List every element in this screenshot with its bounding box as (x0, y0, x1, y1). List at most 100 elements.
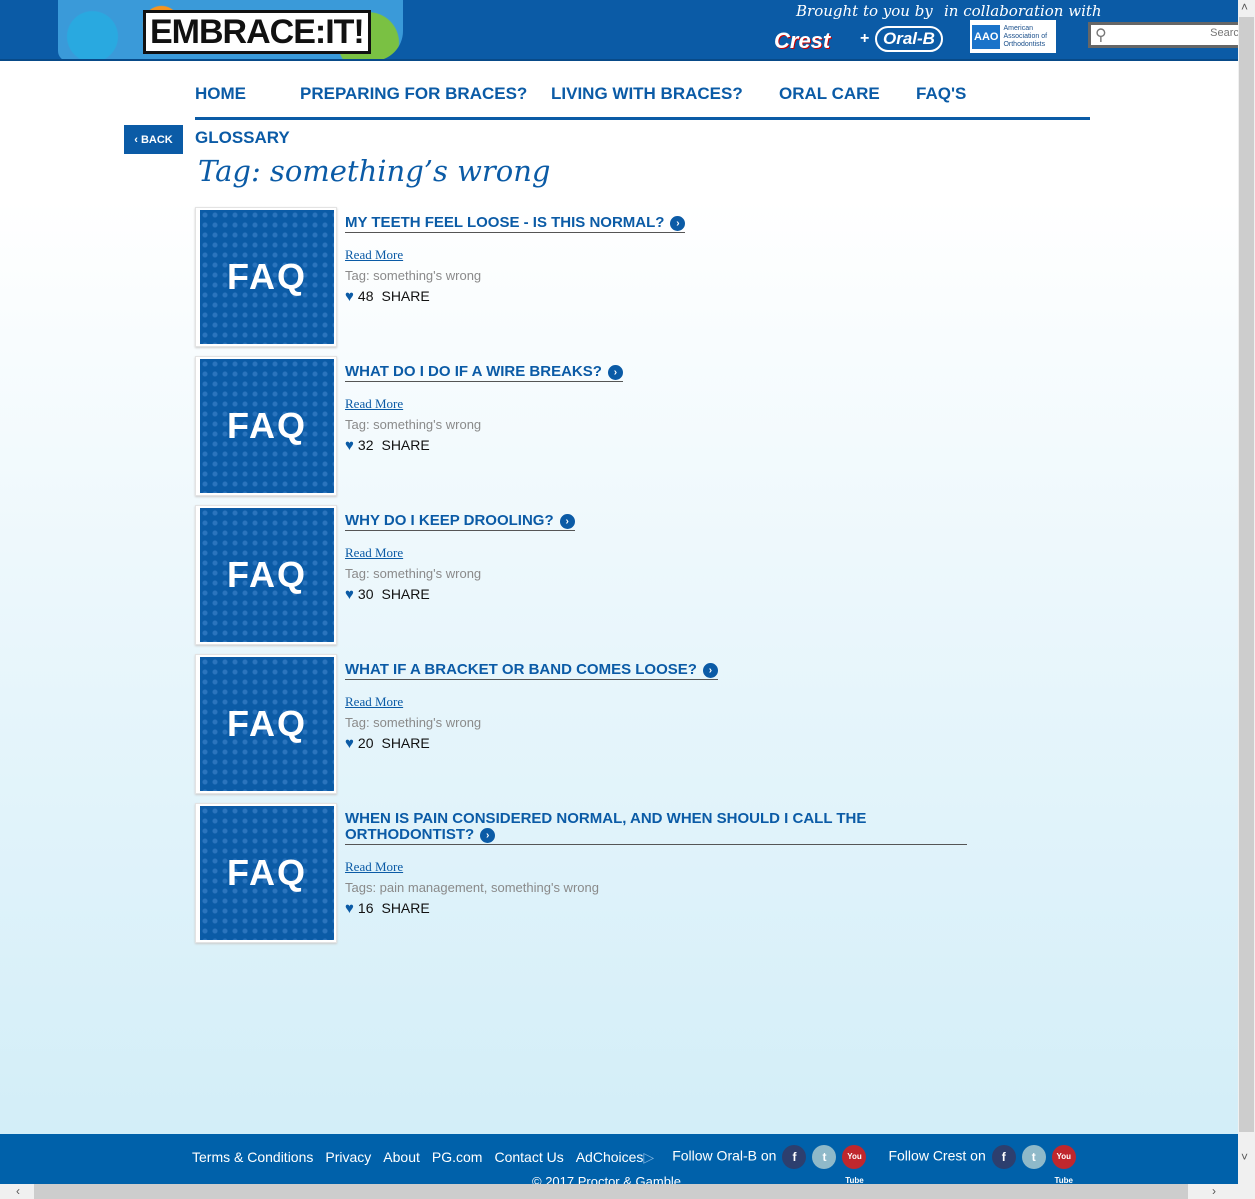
faq-image: FAQ (200, 359, 334, 493)
like-count: 20 (357, 735, 374, 751)
nav-oral-care[interactable]: ORAL CARE (779, 84, 880, 104)
copyright: © 2017 Proctor & Gamble (532, 1174, 682, 1184)
oralb-logo[interactable]: Oral-B (875, 26, 943, 52)
adchoices-link[interactable]: AdChoices▷ (576, 1149, 654, 1166)
heart-icon[interactable]: ♥ (345, 900, 354, 917)
nav-faqs[interactable]: FAQ'S (916, 84, 966, 104)
heart-icon[interactable]: ♥ (345, 735, 354, 752)
aao-mark: AAO (972, 24, 1001, 49)
plus-sign: + (860, 30, 870, 47)
faq-title: WHEN IS PAIN CONSIDERED NORMAL, AND WHEN… (345, 810, 867, 843)
search-box[interactable]: ⚲ (1088, 22, 1238, 48)
share-button[interactable]: SHARE (381, 900, 429, 916)
glossary-link[interactable]: GLOSSARY (195, 128, 290, 148)
faq-thumbnail[interactable]: FAQ (195, 356, 337, 496)
share-button[interactable]: SHARE (381, 735, 429, 751)
twitter-icon[interactable]: t (812, 1145, 837, 1169)
faq-image: FAQ (200, 508, 334, 642)
twitter-icon[interactable]: t (1021, 1145, 1046, 1169)
adchoices-icon: ▷ (643, 1148, 655, 1165)
faq-image: FAQ (200, 210, 334, 344)
in-collaboration-with: in collaboration with (944, 2, 1102, 20)
arrow-right-circle-icon[interactable]: › (670, 216, 686, 231)
crest-logo[interactable]: Crest (774, 28, 830, 54)
arrow-right-circle-icon[interactable]: › (480, 828, 496, 843)
likes-share: ♥ 30 SHARE (345, 586, 430, 603)
faq-list-item: FAQ WHY DO I KEEP DROOLING? › Read More T… (195, 505, 995, 647)
faq-title: WHAT DO I DO IF A WIRE BREAKS? (345, 363, 602, 380)
faq-title-link[interactable]: MY TEETH FEEL LOOSE - IS THIS NORMAL? › (345, 214, 686, 233)
faq-list-item: FAQ MY TEETH FEEL LOOSE - IS THIS NORMAL… (195, 207, 995, 349)
share-button[interactable]: SHARE (381, 437, 429, 453)
share-button[interactable]: SHARE (381, 288, 429, 304)
tags[interactable]: Tag: something's wrong (345, 715, 481, 730)
faq-thumbnail[interactable]: FAQ (195, 654, 337, 794)
terms-link[interactable]: Terms & Conditions (192, 1149, 313, 1165)
like-count: 16 (357, 900, 374, 916)
like-count: 32 (357, 437, 374, 453)
youtube-icon[interactable]: You Tube (842, 1145, 867, 1184)
faq-thumbnail[interactable]: FAQ (195, 803, 337, 943)
faq-title-link[interactable]: WHY DO I KEEP DROOLING? › (345, 513, 575, 531)
aao-logo[interactable]: AAO American Association of Orthodontists (970, 20, 1056, 53)
tags[interactable]: Tag: something's wrong (345, 566, 481, 581)
adchoices-label: AdChoices (575, 1148, 644, 1165)
arrow-right-circle-icon[interactable]: › (607, 365, 623, 380)
faq-title: MY TEETH FEEL LOOSE - IS THIS NORMAL? (345, 214, 665, 231)
facebook-icon[interactable]: f (991, 1145, 1016, 1169)
tags[interactable]: Tag: something's wrong (345, 417, 481, 432)
horizontal-scroll-thumb[interactable] (34, 1184, 1188, 1199)
follow-crest: Follow Crest on f t You Tube (888, 1145, 1076, 1184)
faq-thumbnail[interactable]: FAQ (195, 505, 337, 645)
like-count: 30 (357, 586, 374, 602)
back-button[interactable]: ‹ BACK (124, 125, 183, 154)
embrace-it-logo[interactable]: EMBRACE:IT! (58, 0, 403, 59)
nav-living-with-braces[interactable]: LIVING WITH BRACES? (551, 84, 743, 104)
aao-text: American Association of Orthodontists (1003, 24, 1048, 48)
horizontal-scrollbar[interactable]: ‹ › (0, 1184, 1255, 1199)
faq-title-link[interactable]: WHAT IF A BRACKET OR BAND COMES LOOSE? › (345, 662, 718, 680)
vertical-scrollbar[interactable]: ˄ ˅ (1238, 0, 1255, 1184)
heart-icon[interactable]: ♥ (345, 586, 354, 603)
tags[interactable]: Tags: pain management, something's wrong (345, 880, 599, 895)
tags[interactable]: Tag: something's wrong (345, 268, 481, 283)
read-more-link[interactable]: Read More (345, 247, 403, 263)
scroll-down-icon[interactable]: ˅ (1241, 1150, 1248, 1164)
faq-image: FAQ (200, 657, 334, 791)
read-more-link[interactable]: Read More (345, 396, 403, 412)
faq-thumbnail[interactable]: FAQ (195, 207, 337, 347)
site-header: EMBRACE:IT! Brought to you by in collabo… (0, 0, 1238, 61)
about-link[interactable]: About (383, 1149, 420, 1165)
vertical-scroll-thumb[interactable] (1239, 17, 1254, 1132)
read-more-link[interactable]: Read More (345, 859, 403, 875)
faq-title-link[interactable]: WHAT DO I DO IF A WIRE BREAKS? › (345, 364, 623, 382)
privacy-link[interactable]: Privacy (325, 1149, 371, 1165)
faq-list-item: FAQ WHAT DO I DO IF A WIRE BREAKS? › Read… (195, 356, 995, 498)
arrow-right-circle-icon[interactable]: › (559, 514, 575, 529)
read-more-link[interactable]: Read More (345, 545, 403, 561)
faq-list-item: FAQ WHEN IS PAIN CONSIDERED NORMAL, AND … (195, 803, 995, 945)
heart-icon[interactable]: ♥ (345, 288, 354, 305)
youtube-icon[interactable]: You Tube (1051, 1145, 1076, 1184)
brought-to-you-by: Brought to you by (796, 2, 933, 20)
scroll-right-icon[interactable]: › (1212, 1184, 1216, 1198)
page-title: Tag: something’s wrong (198, 154, 551, 188)
search-input[interactable] (1115, 27, 1238, 39)
facebook-icon[interactable]: f (782, 1145, 807, 1169)
follow-crest-label: Follow Crest on (888, 1147, 986, 1164)
arrow-right-circle-icon[interactable]: › (702, 663, 718, 678)
likes-share: ♥ 48 SHARE (345, 288, 430, 305)
faq-title-link[interactable]: WHEN IS PAIN CONSIDERED NORMAL, AND WHEN… (345, 811, 967, 845)
share-button[interactable]: SHARE (381, 586, 429, 602)
contact-link[interactable]: Contact Us (494, 1149, 563, 1165)
scroll-left-icon[interactable]: ‹ (16, 1184, 20, 1198)
logo-text: EMBRACE:IT! (143, 10, 371, 54)
pg-link[interactable]: PG.com (432, 1149, 483, 1165)
like-count: 48 (357, 288, 374, 304)
heart-icon[interactable]: ♥ (345, 437, 354, 454)
search-icon[interactable]: ⚲ (1095, 25, 1107, 45)
nav-preparing-for-braces[interactable]: PREPARING FOR BRACES? (300, 84, 527, 104)
scroll-up-icon[interactable]: ˄ (1241, 0, 1248, 14)
read-more-link[interactable]: Read More (345, 694, 403, 710)
nav-home[interactable]: HOME (195, 84, 246, 104)
